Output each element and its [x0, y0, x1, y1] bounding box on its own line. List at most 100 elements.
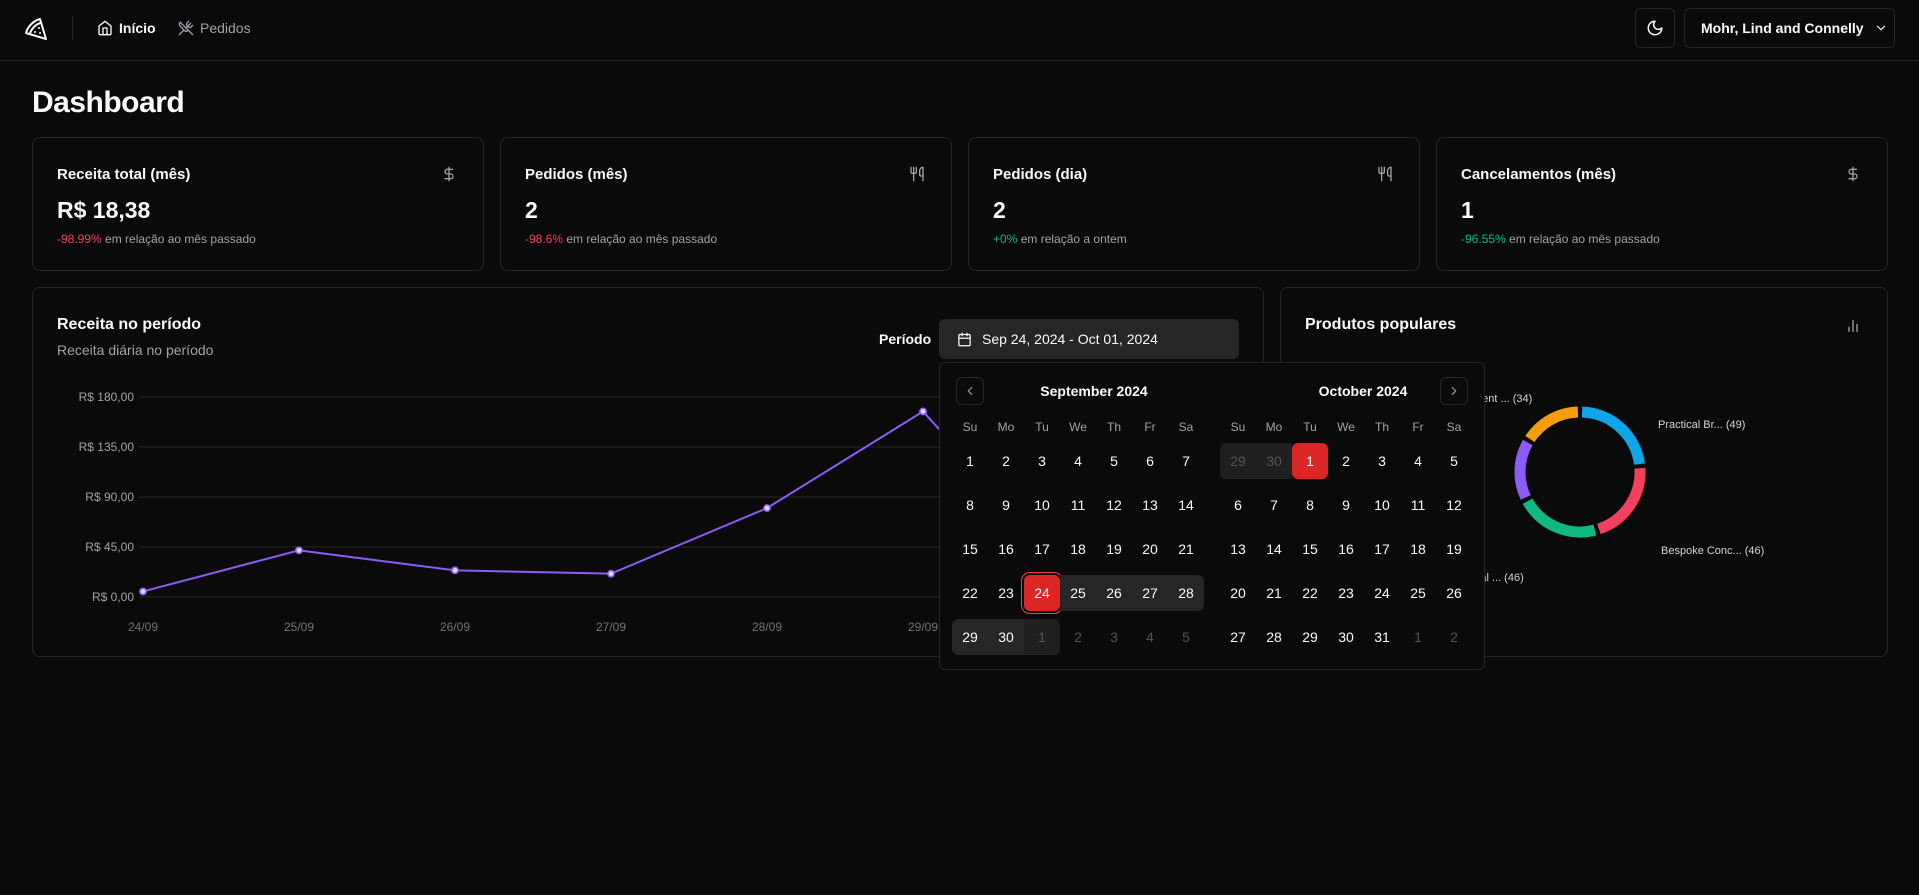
calendar-day[interactable]: 6 — [1132, 443, 1168, 479]
calendar-day[interactable]: 11 — [1060, 487, 1096, 523]
revenue-point — [451, 566, 459, 575]
calendar-day[interactable]: 2 — [1436, 619, 1472, 655]
calendar-day[interactable]: 24 — [1024, 575, 1060, 611]
calendar-day[interactable]: 29 — [1220, 443, 1256, 479]
calendar-day[interactable]: 26 — [1096, 575, 1132, 611]
calendar-day[interactable]: 22 — [952, 575, 988, 611]
calendar-day[interactable]: 29 — [1292, 619, 1328, 655]
calendar-day[interactable]: 17 — [1364, 531, 1400, 567]
calendar-day[interactable]: 3 — [1024, 443, 1060, 479]
calendar-day[interactable]: 9 — [1328, 487, 1364, 523]
calendar-day[interactable]: 27 — [1132, 575, 1168, 611]
nav-home-link[interactable]: Início — [97, 17, 156, 39]
calendar-day[interactable]: 18 — [1060, 531, 1096, 567]
calendar-day[interactable]: 11 — [1400, 487, 1436, 523]
calendar-day[interactable]: 28 — [1256, 619, 1292, 655]
calendar-day[interactable]: 5 — [1168, 619, 1204, 655]
calendar-day[interactable]: 7 — [1168, 443, 1204, 479]
calendar-day[interactable]: 12 — [1096, 487, 1132, 523]
calendar-day[interactable]: 10 — [1364, 487, 1400, 523]
date-range-picker-button[interactable]: Sep 24, 2024 - Oct 01, 2024 — [939, 319, 1239, 359]
calendar-day[interactable]: 18 — [1400, 531, 1436, 567]
calendar-week-row: 20 21 22 23 24 25 26 — [1220, 571, 1472, 615]
calendar-day[interactable]: 17 — [1024, 531, 1060, 567]
calendar-day[interactable]: 20 — [1220, 575, 1256, 611]
chevron-right-icon — [1451, 386, 1457, 396]
calendar-day[interactable]: 9 — [988, 487, 1024, 523]
donut-label: Practical Br... (49) — [1658, 419, 1745, 431]
calendar-day[interactable]: 19 — [1436, 531, 1472, 567]
x-tick-label: 25/09 — [284, 620, 314, 634]
calendar-day[interactable]: 14 — [1256, 531, 1292, 567]
calendar-day[interactable]: 1 — [1024, 619, 1060, 655]
calendar-day[interactable]: 10 — [1024, 487, 1060, 523]
nav-orders-link[interactable]: Pedidos — [178, 17, 251, 39]
revenue-title: Receita no período — [57, 316, 202, 333]
calendar-day[interactable]: 2 — [1328, 443, 1364, 479]
store-selector-button[interactable]: Mohr, Lind and Connelly — [1684, 8, 1895, 48]
calendar-week-row: 1234567 — [952, 439, 1204, 483]
card-value: 1 — [1461, 197, 1474, 223]
theme-toggle-button[interactable] — [1635, 8, 1675, 48]
calendar-day[interactable]: 1 — [1292, 443, 1328, 479]
calendar-day[interactable]: 8 — [1292, 487, 1328, 523]
calendar-day[interactable]: 5 — [1096, 443, 1132, 479]
calendar-day[interactable]: 22 — [1292, 575, 1328, 611]
calendar-day[interactable]: 21 — [1256, 575, 1292, 611]
card-title: Receita total (mês) — [57, 166, 191, 183]
calendar-day[interactable]: 13 — [1132, 487, 1168, 523]
calendar-day[interactable]: 28 — [1168, 575, 1204, 611]
card-delta-text: em relação ao mês passado — [1505, 232, 1660, 246]
calendar-day[interactable]: 23 — [988, 575, 1024, 611]
calendar-day[interactable]: 30 — [1328, 619, 1364, 655]
calendar-day[interactable]: 19 — [1096, 531, 1132, 567]
store-name: Mohr, Lind and Connelly — [1701, 20, 1864, 36]
calendar-day[interactable]: 30 — [988, 619, 1024, 655]
calendar-week-row: 22 23 24 25 26 27 28 — [952, 571, 1204, 615]
calendar-day[interactable]: 7 — [1256, 487, 1292, 523]
calendar-day[interactable]: 2 — [1060, 619, 1096, 655]
calendar-day[interactable]: 8 — [952, 487, 988, 523]
calendar-day[interactable]: 16 — [988, 531, 1024, 567]
card-delta-text: em relação ao mês passado — [563, 232, 718, 246]
calendar-day[interactable]: 14 — [1168, 487, 1204, 523]
calendar-day[interactable]: 1 — [952, 443, 988, 479]
calendar-day[interactable]: 25 — [1060, 575, 1096, 611]
calendar-day[interactable]: 6 — [1220, 487, 1256, 523]
calendar-day[interactable]: 20 — [1132, 531, 1168, 567]
card-value: R$ 18,38 — [57, 197, 151, 223]
pizza-logo-icon[interactable] — [24, 17, 48, 41]
weekday-label: Fr — [1144, 420, 1156, 434]
calendar-day[interactable]: 31 — [1364, 619, 1400, 655]
next-month-button[interactable] — [1440, 377, 1468, 405]
calendar-day[interactable]: 23 — [1328, 575, 1364, 611]
calendar-day[interactable]: 21 — [1168, 531, 1204, 567]
calendar-day[interactable]: 24 — [1364, 575, 1400, 611]
date-range-value: Sep 24, 2024 - Oct 01, 2024 — [982, 331, 1158, 347]
previous-month-button[interactable] — [956, 377, 984, 405]
dollar-icon — [444, 166, 454, 182]
calendar-day[interactable]: 16 — [1328, 531, 1364, 567]
calendar-day[interactable]: 4 — [1132, 619, 1168, 655]
weekday-label: Mo — [1265, 420, 1283, 434]
calendar-day[interactable]: 26 — [1436, 575, 1472, 611]
calendar-day[interactable]: 13 — [1220, 531, 1256, 567]
moon-icon — [1647, 20, 1663, 36]
weekday-header-row: Su Mo Tu We Th Fr Sa — [952, 415, 1204, 439]
card-description: -96.55% em relação ao mês passado — [1461, 232, 1660, 246]
weekday-header-row: Su Mo Tu We Th Fr Sa — [1220, 415, 1472, 439]
calendar-day[interactable]: 4 — [1400, 443, 1436, 479]
calendar-day[interactable]: 27 — [1220, 619, 1256, 655]
calendar-day[interactable]: 5 — [1436, 443, 1472, 479]
calendar-day[interactable]: 25 — [1400, 575, 1436, 611]
calendar-day[interactable]: 1 — [1400, 619, 1436, 655]
calendar-day[interactable]: 12 — [1436, 487, 1472, 523]
calendar-day[interactable]: 15 — [1292, 531, 1328, 567]
calendar-day[interactable]: 29 — [952, 619, 988, 655]
calendar-day[interactable]: 3 — [1096, 619, 1132, 655]
calendar-day[interactable]: 15 — [952, 531, 988, 567]
calendar-day[interactable]: 2 — [988, 443, 1024, 479]
calendar-day[interactable]: 3 — [1364, 443, 1400, 479]
calendar-day[interactable]: 30 — [1256, 443, 1292, 479]
calendar-day[interactable]: 4 — [1060, 443, 1096, 479]
